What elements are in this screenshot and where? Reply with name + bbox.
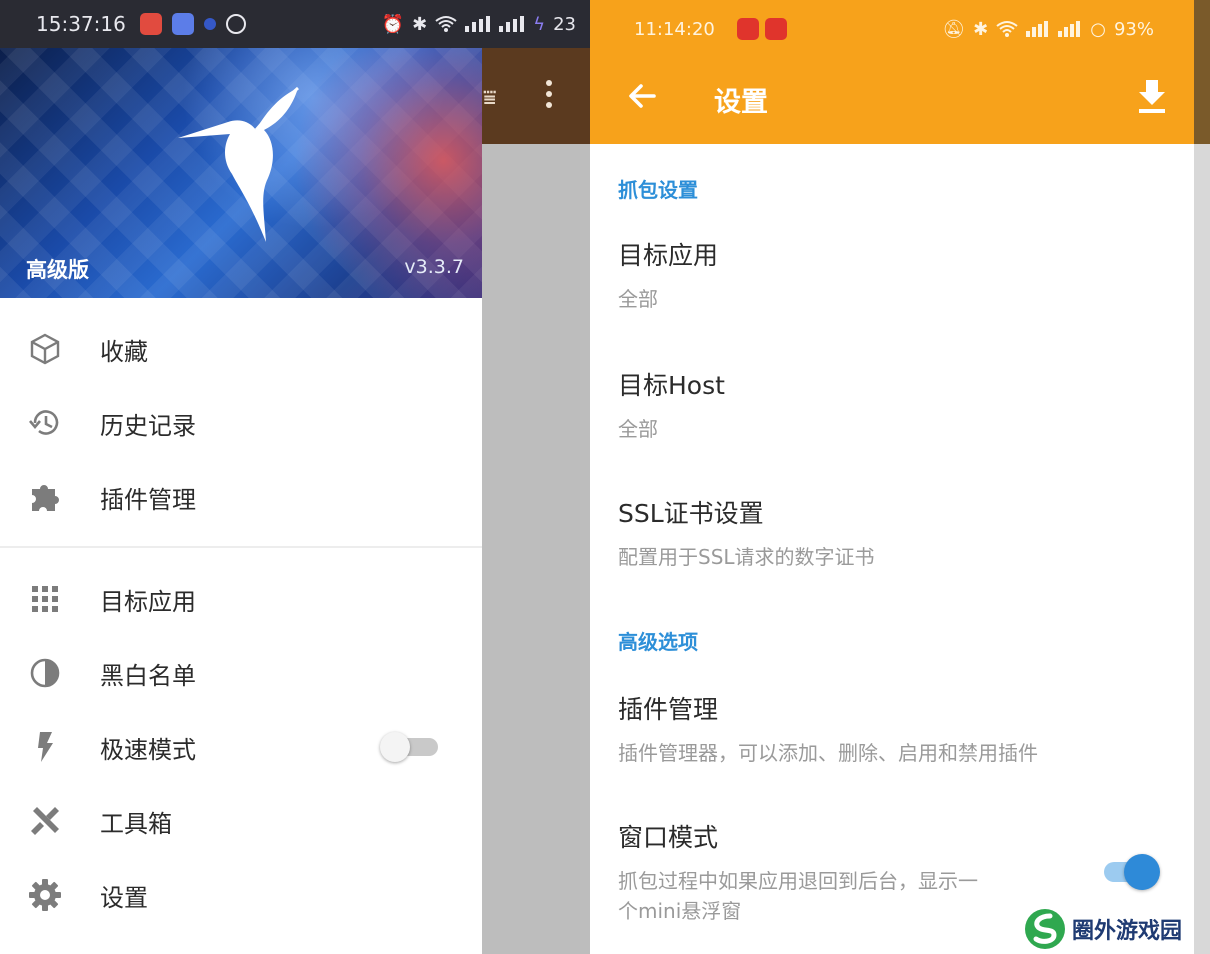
- pref-summary: 全部: [618, 287, 658, 311]
- drawer-divider: [0, 546, 482, 548]
- wifi-icon: [435, 16, 457, 32]
- screen-edge-top: [1194, 0, 1210, 144]
- app-notification-icon: [171, 13, 194, 35]
- drawer-item-history[interactable]: 历史记录: [0, 386, 482, 460]
- window-mode-toggle[interactable]: [1104, 852, 1162, 892]
- status-bar: 15:37:16 ⏰ ✱ ϟ 23: [0, 0, 590, 48]
- bluetooth-icon: ✱: [412, 13, 428, 35]
- flash-icon: [26, 728, 64, 766]
- pref-summary-line: 抓包过程中如果应用退回到后台，显示一: [618, 869, 978, 893]
- watermark-logo-icon: [1025, 909, 1065, 949]
- contrast-icon: [26, 654, 64, 692]
- signal-icon: [465, 16, 491, 32]
- status-time: 11:14:20: [634, 18, 715, 40]
- back-arrow-icon[interactable]: [624, 78, 660, 114]
- drawer-menu-primary: 收藏 历史记录 插件管理: [0, 298, 482, 534]
- pref-plugins[interactable]: 插件管理 插件管理器，可以添加、删除、启用和禁用插件: [618, 690, 1158, 768]
- puzzle-icon: [26, 478, 64, 516]
- pref-ssl-certificate[interactable]: SSL证书设置 配置用于SSL请求的数字证书: [618, 494, 1158, 572]
- apps-grid-icon: [26, 580, 64, 618]
- overflow-menu-icon: [546, 80, 552, 108]
- navigation-drawer: 高级版 v3.3.7 收藏 历史记录 插件管理 目标应用 黑白名单 极速模式 工…: [0, 48, 482, 954]
- download-icon[interactable]: [1136, 78, 1168, 114]
- signal-icon: [1026, 21, 1049, 37]
- history-icon: [26, 404, 64, 442]
- drawer-item-label: 收藏: [100, 337, 148, 366]
- notification-icons: [736, 18, 787, 40]
- drawer-header: 高级版 v3.3.7: [0, 48, 482, 298]
- pref-summary-line: 个mini悬浮窗: [618, 899, 742, 923]
- alarm-icon: ⏰: [381, 13, 405, 35]
- drawer-item-label: 历史记录: [100, 411, 196, 440]
- drawer-item-label: 工具箱: [100, 809, 172, 838]
- watermark: 圈外游戏园: [1024, 906, 1182, 952]
- drawer-item-label: 插件管理: [100, 485, 196, 514]
- left-phone-screen: ⩸ 15:37:16 ⏰ ✱ ϟ 23 高级版 v3.3.7 收藏 历史记录 插…: [0, 0, 590, 954]
- drawer-item-label: 设置: [100, 883, 148, 912]
- system-icons: 🔕︎ ✱ ○ 93%: [942, 19, 1154, 40]
- drawer-item-plugins[interactable]: 插件管理: [0, 460, 482, 534]
- pref-title: SSL证书设置: [618, 499, 764, 528]
- system-icons: ⏰ ✱ ϟ 23: [382, 14, 576, 35]
- pref-summary: 插件管理器，可以添加、删除、启用和禁用插件: [618, 741, 1038, 765]
- pref-summary: 抓包过程中如果应用退回到后台，显示一 个mini悬浮窗: [618, 866, 1078, 926]
- drawer-item-favorites[interactable]: 收藏: [0, 312, 482, 386]
- pref-target-app[interactable]: 目标应用 全部: [618, 236, 1158, 314]
- watermark-text: 圈外游戏园: [1072, 919, 1183, 944]
- gear-icon: [26, 876, 64, 914]
- bluetooth-icon: ✱: [973, 18, 989, 40]
- pref-target-host[interactable]: 目标Host 全部: [618, 366, 1158, 444]
- drawer-item-toolbox[interactable]: 工具箱: [0, 784, 482, 858]
- edition-title: 高级版: [26, 258, 89, 282]
- app-notification-icon: [736, 18, 759, 40]
- drawer-item-label: 目标应用: [100, 587, 196, 616]
- speed-mode-toggle[interactable]: [380, 732, 438, 762]
- toggle-thumb: [1124, 854, 1160, 890]
- compass-icon: [225, 14, 246, 34]
- cube-icon: [26, 330, 64, 368]
- drawer-menu-secondary: 目标应用 黑白名单 极速模式 工具箱 设置: [0, 562, 482, 932]
- status-time: 15:37:16: [36, 12, 126, 36]
- pref-title: 插件管理: [618, 695, 719, 724]
- signal-icon: [1058, 21, 1081, 37]
- app-notification-icon: [764, 18, 787, 40]
- pref-summary: 配置用于SSL请求的数字证书: [618, 545, 875, 569]
- pref-summary: 全部: [618, 417, 658, 441]
- drawer-item-label: 极速模式: [100, 735, 196, 764]
- page-title: 设置: [714, 87, 768, 118]
- drawer-item-target-apps[interactable]: 目标应用: [0, 562, 482, 636]
- pref-title: 窗口模式: [618, 823, 719, 852]
- tools-icon: [26, 802, 64, 840]
- pref-window-mode[interactable]: 窗口模式 抓包过程中如果应用退回到后台，显示一 个mini悬浮窗: [618, 818, 1078, 926]
- toggle-thumb: [380, 732, 410, 762]
- battery-level: 93%: [1113, 18, 1154, 40]
- pref-title: 目标Host: [618, 371, 725, 400]
- status-bar: 11:14:20 🔕︎ ✱ ○ 93%: [634, 14, 1154, 44]
- dot-notification-icon: [203, 18, 216, 30]
- battery-icon: ○: [1090, 18, 1106, 40]
- signal-icon: [499, 16, 525, 32]
- notification-icons: [139, 13, 246, 35]
- filter-icon: ⩸: [483, 86, 497, 111]
- version-label: v3.3.7: [404, 256, 464, 278]
- app-notification-icon: [139, 13, 162, 35]
- charging-icon: ϟ: [533, 13, 546, 35]
- wifi-icon: [996, 21, 1018, 37]
- drawer-item-settings[interactable]: 设置: [0, 858, 482, 932]
- section-title-capture: 抓包设置: [618, 178, 698, 202]
- drawer-item-speed-mode[interactable]: 极速模式: [0, 710, 482, 784]
- pref-title: 目标应用: [618, 241, 719, 270]
- battery-level: 23: [553, 13, 576, 35]
- mute-icon: 🔕︎: [942, 18, 966, 40]
- drawer-item-blacklist[interactable]: 黑白名单: [0, 636, 482, 710]
- hummingbird-logo-icon: [178, 86, 299, 242]
- background-toolbar: [482, 48, 590, 144]
- right-phone-screen: 11:14:20 🔕︎ ✱ ○ 93% 设置 抓包设置 目标应用 全部 目标Ho…: [590, 0, 1210, 954]
- drawer-item-label: 黑白名单: [100, 661, 196, 690]
- section-title-advanced: 高级选项: [618, 630, 698, 654]
